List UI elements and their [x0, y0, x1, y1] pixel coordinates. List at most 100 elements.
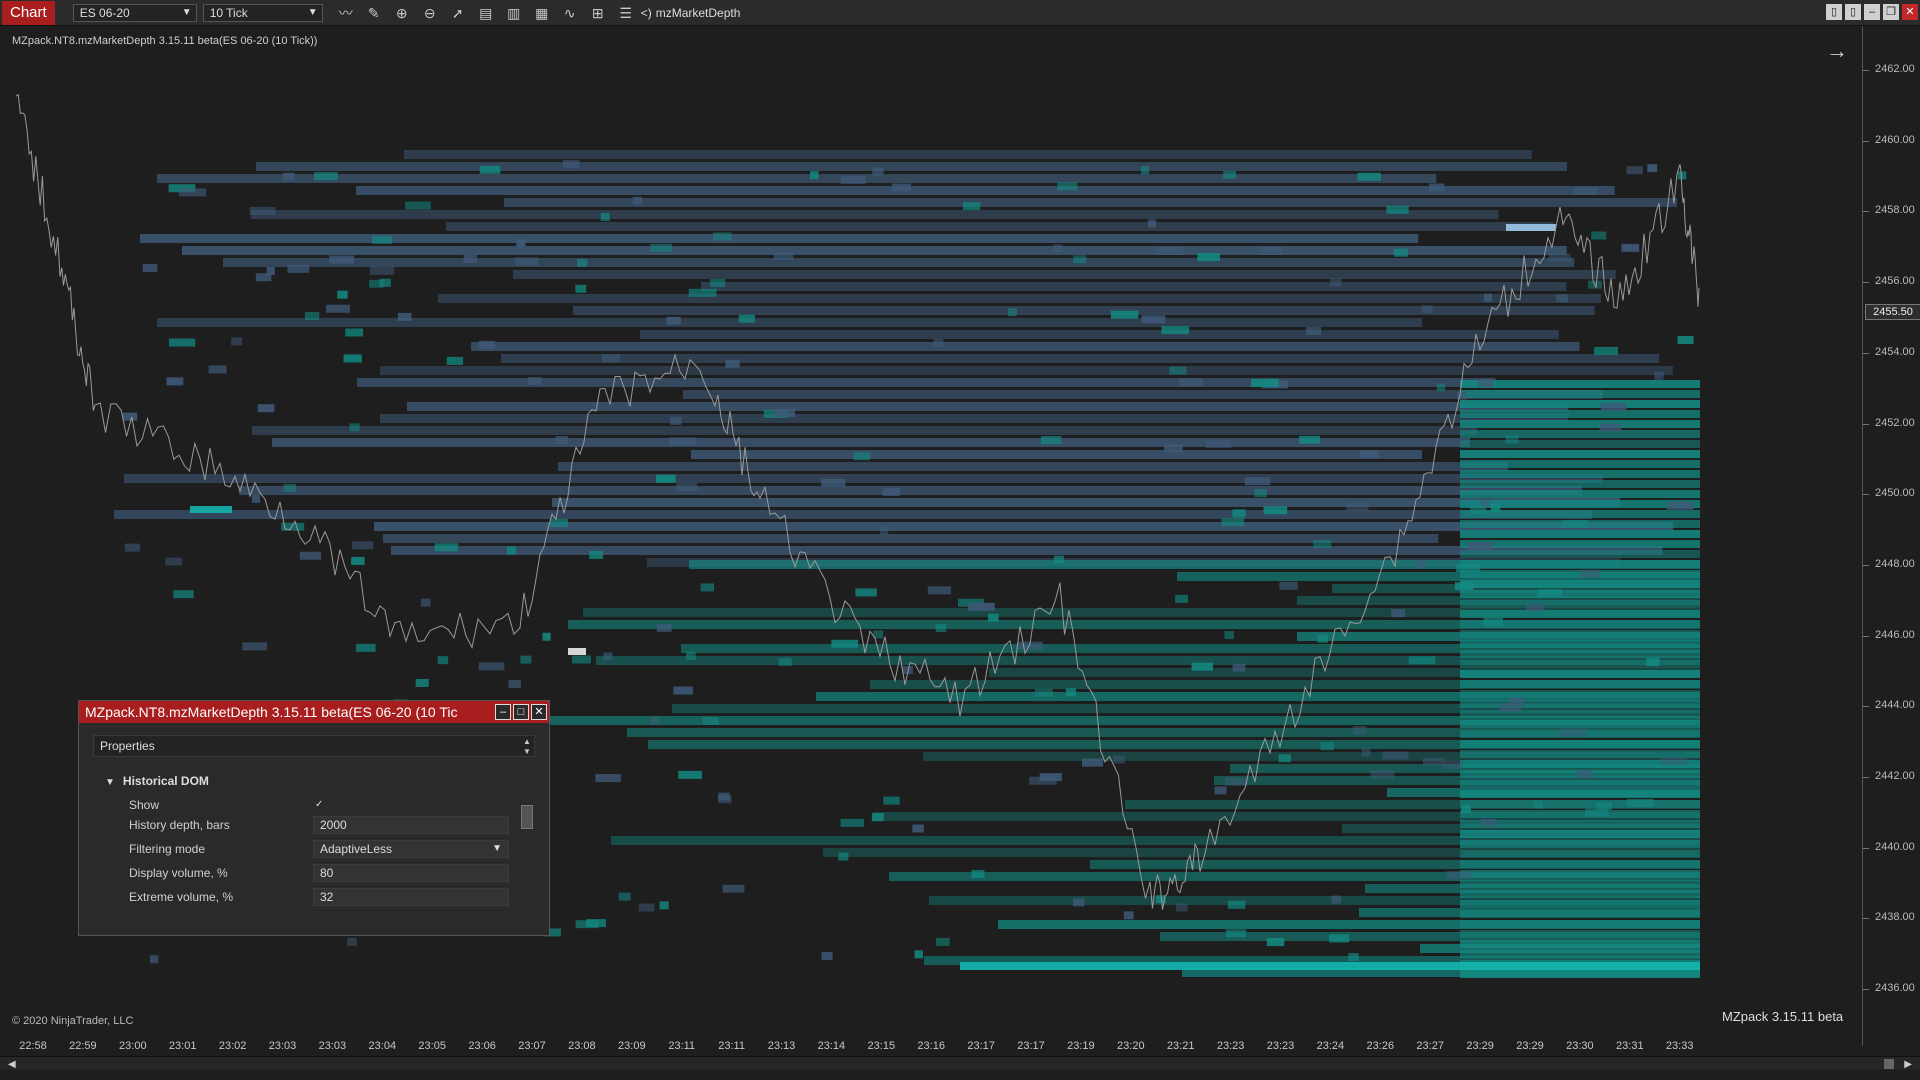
time-axis[interactable]: 22:58 22:59 23:00 23:01 23:02 23:03 23:03 23:04…: [0, 1034, 1862, 1056]
depth-bar: [600, 212, 610, 221]
depth-bar: [1232, 663, 1246, 672]
depth-bar: [1491, 503, 1501, 512]
depth-bar: [1666, 501, 1694, 510]
expand-triangle-icon[interactable]: ▼: [105, 777, 115, 788]
depth-bar: [407, 402, 1569, 411]
prop-label-history-depth: History depth, bars: [129, 818, 230, 832]
price-tick: [1863, 352, 1869, 354]
depth-bar: [190, 506, 232, 513]
depth-bar: [1223, 170, 1237, 179]
depth-bar: [223, 258, 1575, 267]
dialog-scrollbar-thumb[interactable]: [521, 805, 533, 829]
price-tick: [1863, 777, 1869, 778]
price-tick: [1863, 423, 1869, 425]
depth-bar: [513, 270, 1616, 279]
scroll-down-icon[interactable]: ▼: [523, 747, 531, 756]
close-button[interactable]: ✕: [531, 704, 547, 720]
depth-bar: [1429, 183, 1445, 192]
time-label: 23:19: [1067, 1040, 1095, 1052]
filtering-mode-value: AdaptiveLess: [320, 842, 393, 856]
depth-bar: [471, 342, 1580, 351]
depth-bar: [1677, 171, 1687, 180]
depth-bar: [437, 656, 449, 665]
depth-bar: [1562, 519, 1588, 528]
time-label: 23:30: [1566, 1040, 1594, 1052]
dialog-title-bar[interactable]: MZpack.NT8.mzMarketDepth 3.15.11 beta(ES…: [79, 701, 549, 723]
arrow-right-icon[interactable]: →: [1826, 38, 1848, 64]
extreme-volume-input[interactable]: 32: [313, 888, 509, 906]
depth-bar: [1594, 346, 1619, 355]
depth-bar: [933, 338, 944, 347]
depth-bar: [831, 639, 859, 648]
depth-bar: [1244, 477, 1271, 486]
depth-bar: [1577, 770, 1594, 779]
depth-bar: [1533, 800, 1544, 809]
scroll-right-icon[interactable]: ▶: [1904, 1059, 1912, 1070]
depth-bar: [166, 377, 184, 386]
depth-bar: [971, 870, 985, 879]
depth-bar: [1306, 327, 1322, 336]
depth-bar: [1065, 688, 1077, 697]
depth-bar: [124, 474, 1603, 483]
depth-bar: [1483, 617, 1503, 626]
time-label: 23:03: [318, 1040, 347, 1052]
history-depth-input[interactable]: 2000: [313, 816, 509, 834]
depth-bar: [1460, 870, 1700, 878]
depth-bar: [1621, 243, 1640, 252]
minimize-button[interactable]: –: [1864, 4, 1880, 20]
depth-bar: [1391, 609, 1406, 618]
depth-bar: [1460, 430, 1700, 438]
depth-bar: [383, 534, 1439, 543]
minimize-button[interactable]: –: [495, 704, 511, 720]
depth-bar: [506, 546, 517, 555]
depth-bar: [434, 543, 459, 552]
depth-bar: [773, 408, 796, 417]
depth-bar: [1460, 750, 1700, 758]
depth-bar: [838, 852, 849, 861]
price-label: 2462.00: [1875, 63, 1915, 75]
display-volume-input[interactable]: 80: [313, 864, 509, 882]
depth-bar: [1460, 720, 1700, 728]
depth-bar: [1579, 569, 1600, 578]
depth-bar: [1460, 910, 1700, 918]
depth-bar: [173, 590, 194, 599]
filtering-mode-select[interactable]: AdaptiveLess ▼: [313, 840, 509, 858]
depth-bar: [1254, 489, 1267, 498]
depth-bar: [287, 264, 310, 273]
depth-bar: [415, 679, 429, 688]
depth-bar: [575, 920, 599, 929]
prop-label-filtering-mode: Filtering mode: [129, 842, 206, 856]
maximize-button[interactable]: □: [513, 704, 529, 720]
depth-bar: [479, 165, 501, 174]
depth-bar: [572, 655, 591, 664]
scroll-up-icon[interactable]: ▲: [523, 737, 531, 746]
depth-bar: [678, 770, 703, 779]
depth-bar: [1263, 506, 1288, 515]
depth-bar: [1460, 560, 1700, 568]
depth-bar: [299, 551, 322, 560]
scroll-thumb[interactable]: [1884, 1059, 1894, 1069]
depth-bar: [314, 172, 338, 181]
show-checkbox[interactable]: ✓: [315, 799, 327, 811]
depth-bar: [326, 304, 350, 313]
close-button[interactable]: ✕: [1902, 4, 1918, 20]
section-historical-dom[interactable]: ▼ Historical DOM: [105, 774, 209, 788]
depth-bar: [1660, 756, 1687, 765]
depth-bar: [688, 288, 717, 297]
horizontal-scrollbar[interactable]: ◀ ▶: [0, 1056, 1920, 1070]
depth-bar: [1460, 460, 1700, 468]
depth-bar: [1573, 186, 1599, 195]
restore-button[interactable]: ❐: [1883, 4, 1899, 20]
depth-bar: [329, 255, 355, 264]
depth-bar: [1460, 530, 1700, 538]
price-label: 2442.00: [1875, 770, 1915, 782]
depth-bar: [1460, 400, 1700, 408]
price-axis[interactable]: 2455.50 2462.00 2460.00 2458.00 2456.00 2454…: [1862, 26, 1920, 1046]
depth-bar: [356, 186, 1615, 195]
depth-bar: [1460, 920, 1700, 928]
scroll-left-icon[interactable]: ◀: [8, 1059, 16, 1070]
time-label: 23:04: [368, 1040, 397, 1052]
depth-bar: [256, 162, 1568, 171]
depth-bar: [1446, 871, 1471, 880]
time-label: 23:01: [168, 1040, 197, 1052]
